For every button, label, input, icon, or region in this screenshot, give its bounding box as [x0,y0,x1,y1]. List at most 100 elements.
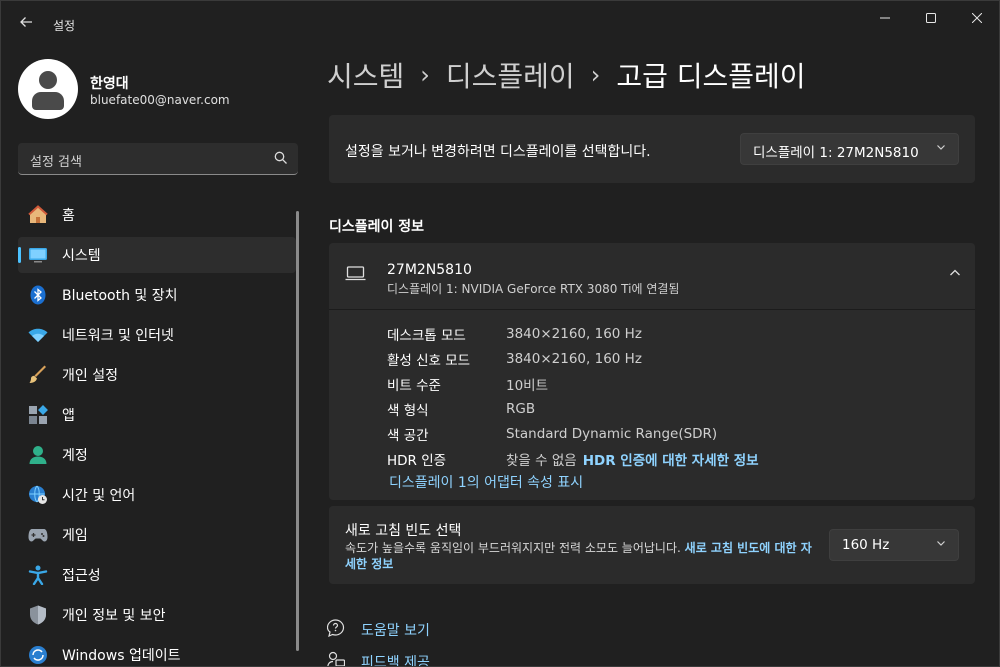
sidebar-item-windows-update[interactable]: Windows 업데이트 [18,637,296,666]
user-name: 한영대 [90,76,129,92]
info-key: HDR 인증 [387,452,447,469]
sidebar-item-bluetooth[interactable]: Bluetooth 및 장치 [18,277,296,313]
refresh-rate-description: 속도가 높을수록 움직임이 부드러워지지만 전력 소모도 늘어납니다. 새로 고… [345,540,815,572]
info-key: 색 공간 [387,427,429,444]
home-icon [27,204,49,226]
display-info-card: 27M2N5810 디스플레이 1: NVIDIA GeForce RTX 30… [329,243,975,500]
chevron-up-icon[interactable] [949,267,961,283]
info-key: 비트 수준 [387,377,441,394]
close-button[interactable] [954,5,999,33]
info-row-color-format: 색 형식 RGB [387,396,759,421]
sidebar-item-label: 앱 [62,408,75,424]
breadcrumb-system[interactable]: 시스템 [327,55,404,95]
sidebar-item-label: 개인 정보 및 보안 [62,608,166,624]
info-key: 데스크톱 모드 [387,327,466,344]
minimize-icon [880,11,890,27]
info-value: Standard Dynamic Range(SDR) [506,425,718,442]
info-value: RGB [506,400,536,417]
display-info-header[interactable]: 27M2N5810 디스플레이 1: NVIDIA GeForce RTX 30… [329,243,975,310]
minimize-button[interactable] [862,5,908,33]
refresh-rate-desc-text: 속도가 높을수록 움직임이 부드러워지지만 전력 소모도 늘어납니다. [345,541,681,555]
avatar-head-shape [39,71,57,89]
monitor-name: 27M2N5810 [387,262,472,278]
gaming-icon [27,524,49,546]
bluetooth-icon [27,284,49,306]
sidebar-item-privacy[interactable]: 개인 정보 및 보안 [18,597,296,633]
sidebar-item-personalization[interactable]: 개인 설정 [18,357,296,393]
feedback-icon [327,651,349,666]
user-email: bluefate00@naver.com [90,93,230,107]
breadcrumb-separator: › [590,61,601,89]
maximize-icon [926,11,936,27]
sidebar-item-system[interactable]: 시스템 [18,237,296,273]
info-key: 활성 신호 모드 [387,352,471,369]
breadcrumb: 시스템 › 디스플레이 › 고급 디스플레이 [327,55,806,95]
sidebar-nav: 홈 시스템 Bluetooth 및 장치 네트워크 및 인터넷 개인 설정 앱 … [18,197,296,666]
brush-icon [27,364,49,386]
maximize-button[interactable] [908,5,954,33]
app-title: 설정 [53,19,76,33]
feedback-link[interactable]: 피드백 제공 [327,651,430,666]
info-row-hdr-cert: HDR 인증 찾을 수 없음 HDR 인증에 대한 자세한 정보 [387,446,759,471]
update-icon [27,644,49,666]
help-icon [326,619,349,641]
page-title: 고급 디스플레이 [616,60,806,93]
info-key: 색 형식 [387,402,429,419]
sidebar-scrollbar[interactable] [296,211,299,651]
refresh-rate-title: 새로 고침 빈도 선택 [345,523,462,539]
avatar-body-shape [32,92,64,110]
display-select-label: 설정을 보거나 변경하려면 디스플레이를 선택합니다. [345,144,651,160]
sidebar-item-accounts[interactable]: 계정 [18,437,296,473]
back-button[interactable] [11,9,41,39]
sidebar-item-accessibility[interactable]: 접근성 [18,557,296,593]
avatar[interactable] [18,59,78,119]
sidebar-item-label: 접근성 [62,568,101,584]
info-value: 3840×2160, 160 Hz [506,325,642,342]
display-select-dropdown[interactable]: 디스플레이 1: 27M2N5810 [740,133,959,165]
sidebar-item-label: 홈 [62,208,75,224]
sidebar-item-label: Bluetooth 및 장치 [62,288,178,304]
sidebar-item-home[interactable]: 홈 [18,197,296,233]
search-placeholder: 설정 검색 [30,155,82,170]
sidebar-item-label: Windows 업데이트 [62,648,181,664]
monitor-subtitle: 디스플레이 1: NVIDIA GeForce RTX 3080 Ti에 연결됨 [387,282,680,296]
get-help-label: 도움말 보기 [361,623,430,639]
refresh-rate-card: 새로 고침 빈도 선택 속도가 높을수록 움직임이 부드러워지지만 전력 소모도… [329,506,975,584]
shield-icon [27,604,49,626]
hdr-info-link[interactable]: HDR 인증에 대한 자세한 정보 [583,449,759,469]
time-language-icon [27,484,49,506]
title-bar: 설정 [1,1,999,47]
sidebar-item-label: 게임 [62,528,88,544]
adapter-properties-link[interactable]: 디스플레이 1의 어댑터 속성 표시 [389,472,583,492]
sidebar-item-label: 계정 [62,448,88,464]
settings-window: 설정 한영대 bluefate00@naver.com 설정 검색 홈 시스템 … [0,0,1000,667]
sidebar-item-network[interactable]: 네트워크 및 인터넷 [18,317,296,353]
section-title-display-info: 디스플레이 정보 [329,219,425,235]
sidebar-item-apps[interactable]: 앱 [18,397,296,433]
get-help-link[interactable]: 도움말 보기 [326,619,430,641]
info-value: 10비트 [506,377,549,394]
info-row-active-signal: 활성 신호 모드 3840×2160, 160 Hz [387,346,759,371]
back-arrow-icon [19,15,33,33]
info-row-bit-depth: 비트 수준 10비트 [387,371,759,396]
search-input[interactable]: 설정 검색 [18,143,298,175]
wifi-icon [27,324,49,346]
system-icon [27,244,49,266]
refresh-rate-dropdown[interactable]: 160 Hz [829,529,959,561]
refresh-rate-value: 160 Hz [842,537,890,553]
sidebar-item-label: 시스템 [62,248,101,264]
sidebar-item-gaming[interactable]: 게임 [18,517,296,553]
chevron-down-icon [936,142,946,155]
sidebar-item-label: 시간 및 언어 [62,488,136,504]
info-row-color-space: 색 공간 Standard Dynamic Range(SDR) [387,421,759,446]
info-value: 찾을 수 없음 [506,452,577,469]
apps-icon [27,404,49,426]
display-select-value: 디스플레이 1: 27M2N5810 [753,145,919,161]
breadcrumb-separator: › [420,61,430,89]
display-info-rows: 데스크톱 모드 3840×2160, 160 Hz 활성 신호 모드 3840×… [387,321,759,471]
close-icon [971,11,983,27]
sidebar-item-time-language[interactable]: 시간 및 언어 [18,477,296,513]
breadcrumb-display[interactable]: 디스플레이 [446,55,575,95]
info-value: 3840×2160, 160 Hz [506,350,642,367]
accessibility-icon [27,564,49,586]
